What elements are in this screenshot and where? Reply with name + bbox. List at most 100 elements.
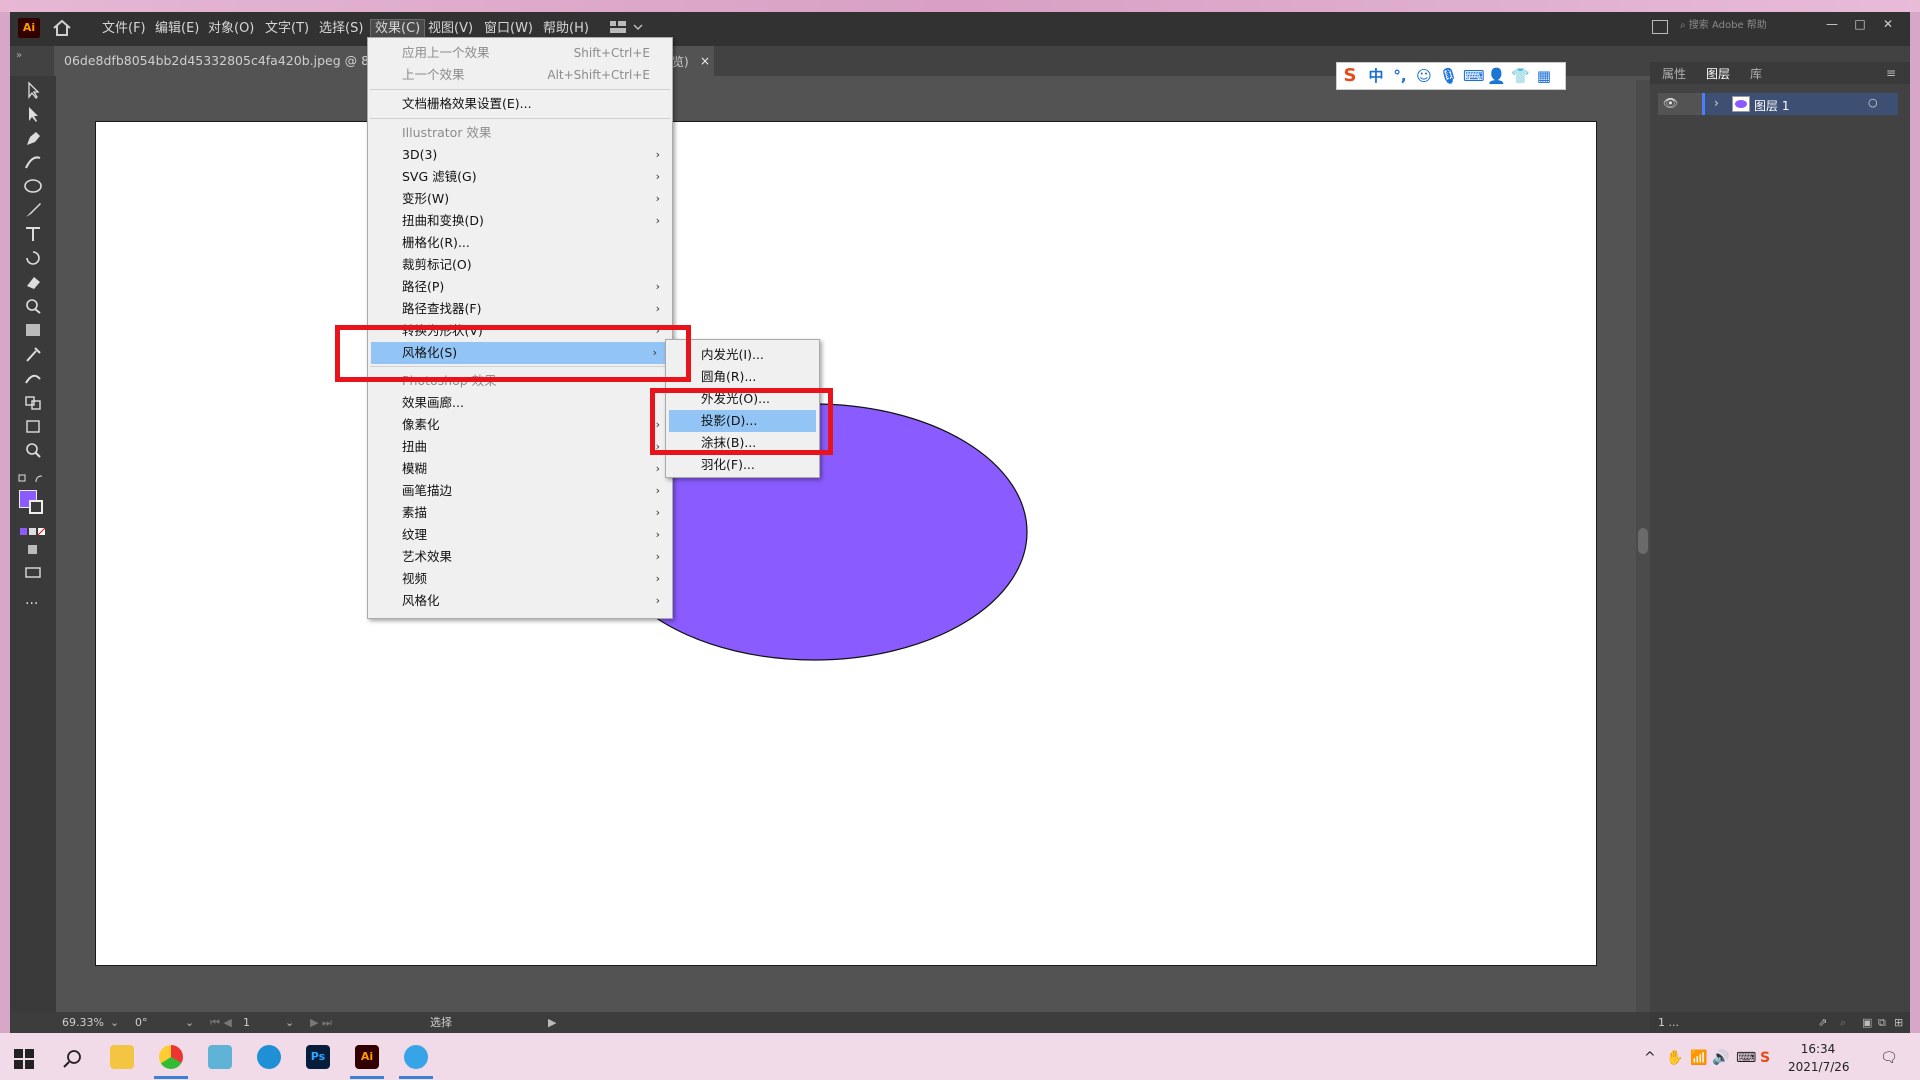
menu-effect[interactable]: 效果(C) xyxy=(370,19,426,39)
menu-item-sketch[interactable]: 素描 › xyxy=(368,502,672,524)
ime-toolbox-icon[interactable]: ▦ xyxy=(1535,67,1553,85)
artboard-tool-icon[interactable] xyxy=(22,417,44,435)
stroke-color-swatch[interactable] xyxy=(29,500,43,514)
menu-select[interactable]: 选择(S) xyxy=(315,20,367,38)
tray-app-icon[interactable]: ✋ xyxy=(1666,1050,1683,1066)
photoshop-icon[interactable]: Ps xyxy=(306,1045,330,1069)
ime-user-icon[interactable]: 👤 xyxy=(1487,67,1506,85)
menu-item-raster-settings[interactable]: 文档栅格效果设置(E)... xyxy=(368,93,672,115)
keyboard-tray-icon[interactable]: ⌨ xyxy=(1736,1050,1756,1066)
color-mode-icon[interactable] xyxy=(20,525,46,536)
menu-item-warp[interactable]: 变形(W) › xyxy=(368,188,672,210)
more-tools-icon[interactable]: ··· xyxy=(25,596,38,612)
menu-item-brush-strokes[interactable]: 画笔描边 › xyxy=(368,480,672,502)
zoom-tool-icon[interactable] xyxy=(22,441,44,459)
ime-skin-icon[interactable]: 👕 xyxy=(1511,67,1530,85)
zoom-dropdown-icon[interactable]: ⌄ xyxy=(110,1015,119,1030)
volume-icon[interactable]: 🔊 xyxy=(1712,1050,1729,1066)
eye-icon[interactable]: 👁 xyxy=(1663,96,1678,110)
ellipse-tool-icon[interactable] xyxy=(22,177,44,195)
artboard-number[interactable]: 1 xyxy=(243,1015,250,1030)
tab-properties[interactable]: 属性 xyxy=(1662,64,1686,84)
menu-item-distort[interactable]: 扭曲 › xyxy=(368,436,672,458)
notepad-icon[interactable] xyxy=(208,1045,232,1069)
menu-item-texture[interactable]: 纹理 › xyxy=(368,524,672,546)
menu-file[interactable]: 文件(F) xyxy=(98,20,150,38)
sogou-tray-icon[interactable]: S xyxy=(1760,1050,1770,1066)
minimize-button[interactable]: — xyxy=(1822,16,1842,32)
network-icon[interactable]: 📶 xyxy=(1690,1050,1707,1066)
direct-selection-tool-icon[interactable] xyxy=(22,105,44,123)
new-sublayer-icon[interactable]: ⧉ xyxy=(1878,1015,1886,1030)
sogou-logo-icon[interactable]: S xyxy=(1341,67,1359,85)
panel-collapse-icon[interactable]: » xyxy=(16,50,22,61)
menu-item-svg-filters[interactable]: SVG 滤镜(G) › xyxy=(368,166,672,188)
ime-punctuation-icon[interactable]: °, xyxy=(1391,67,1409,85)
rotate-tool-icon[interactable] xyxy=(22,249,44,267)
help-search-input[interactable]: ⌕ 搜索 Adobe 帮助 xyxy=(1680,18,1800,34)
clock-time[interactable]: 16:34 xyxy=(1788,1042,1848,1056)
layer-name[interactable]: 图层 1 xyxy=(1754,97,1789,114)
tab-layers[interactable]: 图层 xyxy=(1706,64,1730,84)
notification-icon[interactable]: 🗨 xyxy=(1880,1050,1898,1066)
ime-keyboard-icon[interactable]: ⌨ xyxy=(1463,67,1485,85)
tab-close-button[interactable]: × xyxy=(697,53,713,69)
menu-item-path[interactable]: 路径(P) › xyxy=(368,276,672,298)
symbol-sprayer-tool-icon[interactable] xyxy=(22,393,44,411)
chat-app-icon[interactable] xyxy=(404,1045,428,1069)
blend-tool-icon[interactable] xyxy=(22,369,44,387)
restore-button[interactable]: □ xyxy=(1850,16,1870,32)
ime-chinese-mode[interactable]: 中 xyxy=(1367,67,1385,85)
locate-object-icon[interactable]: ⌕ xyxy=(1840,1015,1846,1030)
menu-help[interactable]: 帮助(H) xyxy=(539,20,593,38)
ime-emoji-icon[interactable]: ☺ xyxy=(1415,67,1433,85)
menu-item-artistic[interactable]: 艺术效果 › xyxy=(368,546,672,568)
gradient-tool-icon[interactable] xyxy=(22,321,44,339)
rotation-dropdown-icon[interactable]: ⌄ xyxy=(185,1015,194,1030)
eraser-tool-icon[interactable] xyxy=(22,273,44,291)
make-clipping-mask-icon[interactable]: ▣ xyxy=(1862,1015,1872,1030)
illustrator-taskbar-icon[interactable]: Ai xyxy=(355,1045,379,1069)
tab-libraries[interactable]: 库 xyxy=(1750,64,1762,84)
menu-item-3d[interactable]: 3D(3) › xyxy=(368,144,672,166)
home-icon[interactable] xyxy=(52,18,72,38)
rotation-value[interactable]: 0° xyxy=(135,1015,148,1030)
panel-menu-icon[interactable]: ≡ xyxy=(1886,66,1896,80)
pen-tool-icon[interactable] xyxy=(22,129,44,147)
free-transform-tool-icon[interactable] xyxy=(22,297,44,315)
menu-item-pixelate[interactable]: 像素化 › xyxy=(368,414,672,436)
vertical-scroll-thumb[interactable] xyxy=(1638,528,1648,554)
screen-mode-icon[interactable] xyxy=(22,563,44,581)
status-menu-arrow-icon[interactable]: ▶ xyxy=(548,1015,556,1030)
layer-target-icon[interactable]: ○ xyxy=(1868,96,1878,109)
layer-expand-icon[interactable]: › xyxy=(1714,96,1719,110)
panel-toggle-icon[interactable] xyxy=(1652,20,1668,34)
type-tool-icon[interactable] xyxy=(22,225,44,243)
workspace-switcher-icon[interactable] xyxy=(610,19,650,35)
purple-ellipse[interactable] xyxy=(96,122,1596,965)
swap-colors-icon[interactable] xyxy=(18,473,46,483)
file-explorer-icon[interactable] xyxy=(110,1045,134,1069)
zoom-level[interactable]: 69.33% xyxy=(62,1015,104,1030)
menu-view[interactable]: 视图(V) xyxy=(424,20,477,38)
menu-item-crop-marks[interactable]: 裁剪标记(O) xyxy=(368,254,672,276)
tray-expand-icon[interactable]: ^ xyxy=(1644,1050,1656,1066)
search-taskbar-icon[interactable] xyxy=(62,1049,82,1069)
menu-item-effect-gallery[interactable]: 效果画廊... xyxy=(368,392,672,414)
close-button[interactable]: ✕ xyxy=(1878,16,1898,32)
menu-item-rasterize[interactable]: 栅格化(R)... xyxy=(368,232,672,254)
menu-item-pathfinder[interactable]: 路径查找器(F) › xyxy=(368,298,672,320)
menu-type[interactable]: 文字(T) xyxy=(261,20,313,38)
eyedropper-tool-icon[interactable] xyxy=(22,345,44,363)
clock-date[interactable]: 2021/7/26 xyxy=(1788,1060,1850,1074)
menu-object[interactable]: 对象(O) xyxy=(204,20,258,38)
menu-item-stylize-photoshop[interactable]: 风格化 › xyxy=(368,590,672,612)
first-artboard-icon[interactable]: ⏮ ◀ xyxy=(210,1015,232,1030)
menu-item-distort-transform[interactable]: 扭曲和变换(D) › xyxy=(368,210,672,232)
export-icon[interactable]: ⇗ xyxy=(1818,1015,1827,1030)
artboard-dropdown-icon[interactable]: ⌄ xyxy=(285,1015,294,1030)
artboard[interactable] xyxy=(95,121,1597,966)
menu-item-video[interactable]: 视频 › xyxy=(368,568,672,590)
chrome-icon[interactable] xyxy=(159,1045,183,1069)
new-layer-icon[interactable]: ⊞ xyxy=(1894,1015,1903,1030)
